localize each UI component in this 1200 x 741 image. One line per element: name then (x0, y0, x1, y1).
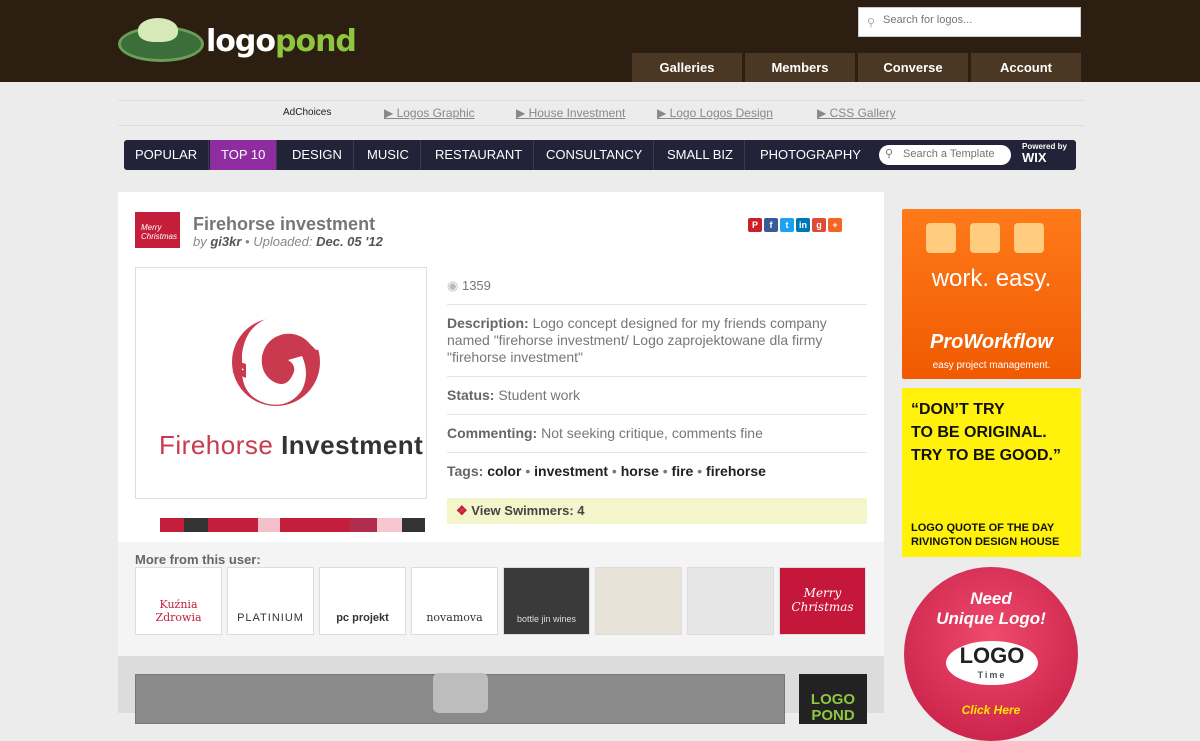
ad-sub: easy project management. (932, 360, 1051, 371)
color-swatch (208, 518, 258, 532)
more-from-user: More from this user: Kuźnia Zdrowia PLAT… (118, 542, 884, 656)
firehorse-icon (232, 315, 328, 406)
linkedin-icon[interactable]: in (796, 218, 810, 232)
twitter-icon[interactable]: t (780, 218, 794, 232)
main-nav: Galleries Members Converse Account (632, 53, 1081, 82)
category-top10[interactable]: TOP 10 (210, 140, 278, 170)
logopond-logo[interactable]: logopond (118, 18, 357, 64)
thumb-novamova[interactable]: novamova (411, 567, 498, 635)
logotime-headline: Need Unique Logo! (936, 589, 1046, 628)
color-swatch (350, 518, 377, 532)
category-photography[interactable]: PHOTOGRAPHY (749, 140, 872, 170)
pinterest-icon[interactable]: P (748, 218, 762, 232)
color-swatch (160, 518, 184, 532)
category-small-biz[interactable]: SMALL BIZ (656, 140, 745, 170)
ad-link-css-gallery[interactable]: ▶ CSS Gallery (817, 106, 896, 120)
puzzle-icon (433, 673, 488, 713)
header: logopond ⚲ Galleries Members Converse Ac… (0, 0, 1200, 82)
category-restaurant[interactable]: RESTAURANT (424, 140, 535, 170)
nav-galleries[interactable]: Galleries (632, 53, 742, 82)
ad-links-bar: AdChoices ▶ Logos Graphic ▶ House Invest… (118, 100, 1084, 126)
ad-link-logo-logos-design[interactable]: ▶ Logo Logos Design (657, 106, 773, 120)
logo-wordmark: logopond (206, 24, 357, 59)
thumb-merry-christmas[interactable]: Merry Christmas (779, 567, 866, 635)
logotime-ad[interactable]: Need Unique Logo! LOGO Time Click Here (904, 567, 1078, 741)
tag-link[interactable]: fire (672, 463, 694, 479)
folder-icon (926, 223, 956, 253)
status-row: Status: Student work (447, 377, 867, 415)
tag-link[interactable]: investment (534, 463, 608, 479)
tag-link[interactable]: horse (621, 463, 659, 479)
bottom-section: LOGO POND (118, 656, 884, 724)
category-bar: POPULAR TOP 10 DESIGN MUSIC RESTAURANT C… (124, 140, 1076, 170)
logopond-small-ad[interactable]: LOGO POND (799, 674, 867, 724)
thumb-guitar[interactable] (595, 567, 682, 635)
color-swatch (377, 518, 402, 532)
search-icon: ⚲ (867, 17, 876, 29)
nav-converse[interactable]: Converse (858, 53, 968, 82)
thumb-kuznia[interactable]: Kuźnia Zdrowia (135, 567, 222, 635)
category-music[interactable]: MUSIC (356, 140, 421, 170)
nav-account[interactable]: Account (971, 53, 1081, 82)
color-swatch (184, 518, 208, 532)
logo-wordmark-text: Firehorse Investment (159, 430, 424, 460)
logo-image[interactable]: Firehorse Investment (135, 267, 427, 499)
lotus-icon (138, 18, 178, 42)
views-count: ◉ 1359 (447, 267, 867, 305)
category-popular[interactable]: POPULAR (124, 140, 210, 170)
thumb-ship[interactable] (687, 567, 774, 635)
search-input[interactable] (883, 14, 1073, 26)
clock-icon (1014, 223, 1044, 253)
logo-stats: ◉ 1359 Description: Logo concept designe… (447, 267, 867, 524)
description-row: Description: Logo concept designed for m… (447, 305, 867, 377)
author-link[interactable]: gi3kr (210, 234, 241, 249)
thumb-pc-projekt[interactable]: pc projekt (319, 567, 406, 635)
plugin-placeholder (135, 673, 785, 724)
ad-brand: ProWorkflow (930, 331, 1053, 353)
quote-text: “DON’T TRY TO BE ORIGINAL. TRY TO BE GOO… (911, 401, 1061, 464)
logo-detail-panel: Merry Christmas Firehorse investment by … (118, 192, 884, 542)
more-heading: More from this user: (135, 552, 261, 567)
category-consultancy[interactable]: CONSULTANCY (535, 140, 655, 170)
eye-icon: ◉ (447, 278, 459, 293)
ad-icons (926, 223, 1044, 253)
thumb-bottle-jin-wines[interactable]: bottle jin wines (503, 567, 590, 635)
adchoices-label[interactable]: AdChoices (283, 107, 331, 118)
user-avatar[interactable]: Merry Christmas (135, 212, 180, 248)
addthis-icon[interactable]: + (828, 218, 842, 232)
template-search-input[interactable] (903, 148, 1007, 160)
lifebuoy-icon: ❖ (456, 503, 468, 518)
byline: by gi3kr • Uploaded: Dec. 05 '12 (193, 234, 383, 249)
googleplus-icon[interactable]: g (812, 218, 826, 232)
facebook-icon[interactable]: f (764, 218, 778, 232)
logotime-logo: LOGO Time (946, 641, 1038, 685)
quote-source: LOGO QUOTE OF THE DAY RIVINGTON DESIGN H… (911, 522, 1060, 548)
commenting-row: Commenting: Not seeking critique, commen… (447, 415, 867, 453)
wix-badge[interactable]: Powered by WIX (1022, 142, 1067, 165)
user-thumbnails: Kuźnia Zdrowia PLATINIUM pc projekt nova… (135, 567, 866, 635)
tag-link[interactable]: firehorse (706, 463, 766, 479)
logotime-cta: Click Here (961, 703, 1021, 717)
color-swatch (402, 518, 425, 532)
color-swatch (280, 518, 350, 532)
ad-link-house-investment[interactable]: ▶ House Investment (516, 106, 625, 120)
template-search: ⚲ (879, 145, 1011, 165)
share-buttons: P f t in g + (748, 218, 842, 232)
ad-slogan: work. easy. (931, 265, 1052, 292)
search-box: ⚲ (858, 7, 1081, 37)
ad-link-logos-graphic[interactable]: ▶ Logos Graphic (384, 106, 475, 120)
color-swatch (258, 518, 280, 532)
tags-row: Tags: color • investment • horse • fire … (447, 463, 766, 479)
proworkflow-ad[interactable]: work. easy. ProWorkflow easy project man… (902, 209, 1081, 379)
view-swimmers[interactable]: ❖ View Swimmers: 4 (447, 498, 867, 524)
color-swatches (160, 518, 425, 532)
search-icon: ⚲ (885, 148, 894, 160)
tag-link[interactable]: color (487, 463, 521, 479)
category-design[interactable]: DESIGN (281, 140, 354, 170)
logo-title: Firehorse investment (193, 214, 376, 234)
quote-of-the-day-ad[interactable]: “DON’T TRY TO BE ORIGINAL. TRY TO BE GOO… (902, 388, 1081, 557)
checklist-icon (970, 223, 1000, 253)
nav-members[interactable]: Members (745, 53, 855, 82)
thumb-platinium[interactable]: PLATINIUM (227, 567, 314, 635)
